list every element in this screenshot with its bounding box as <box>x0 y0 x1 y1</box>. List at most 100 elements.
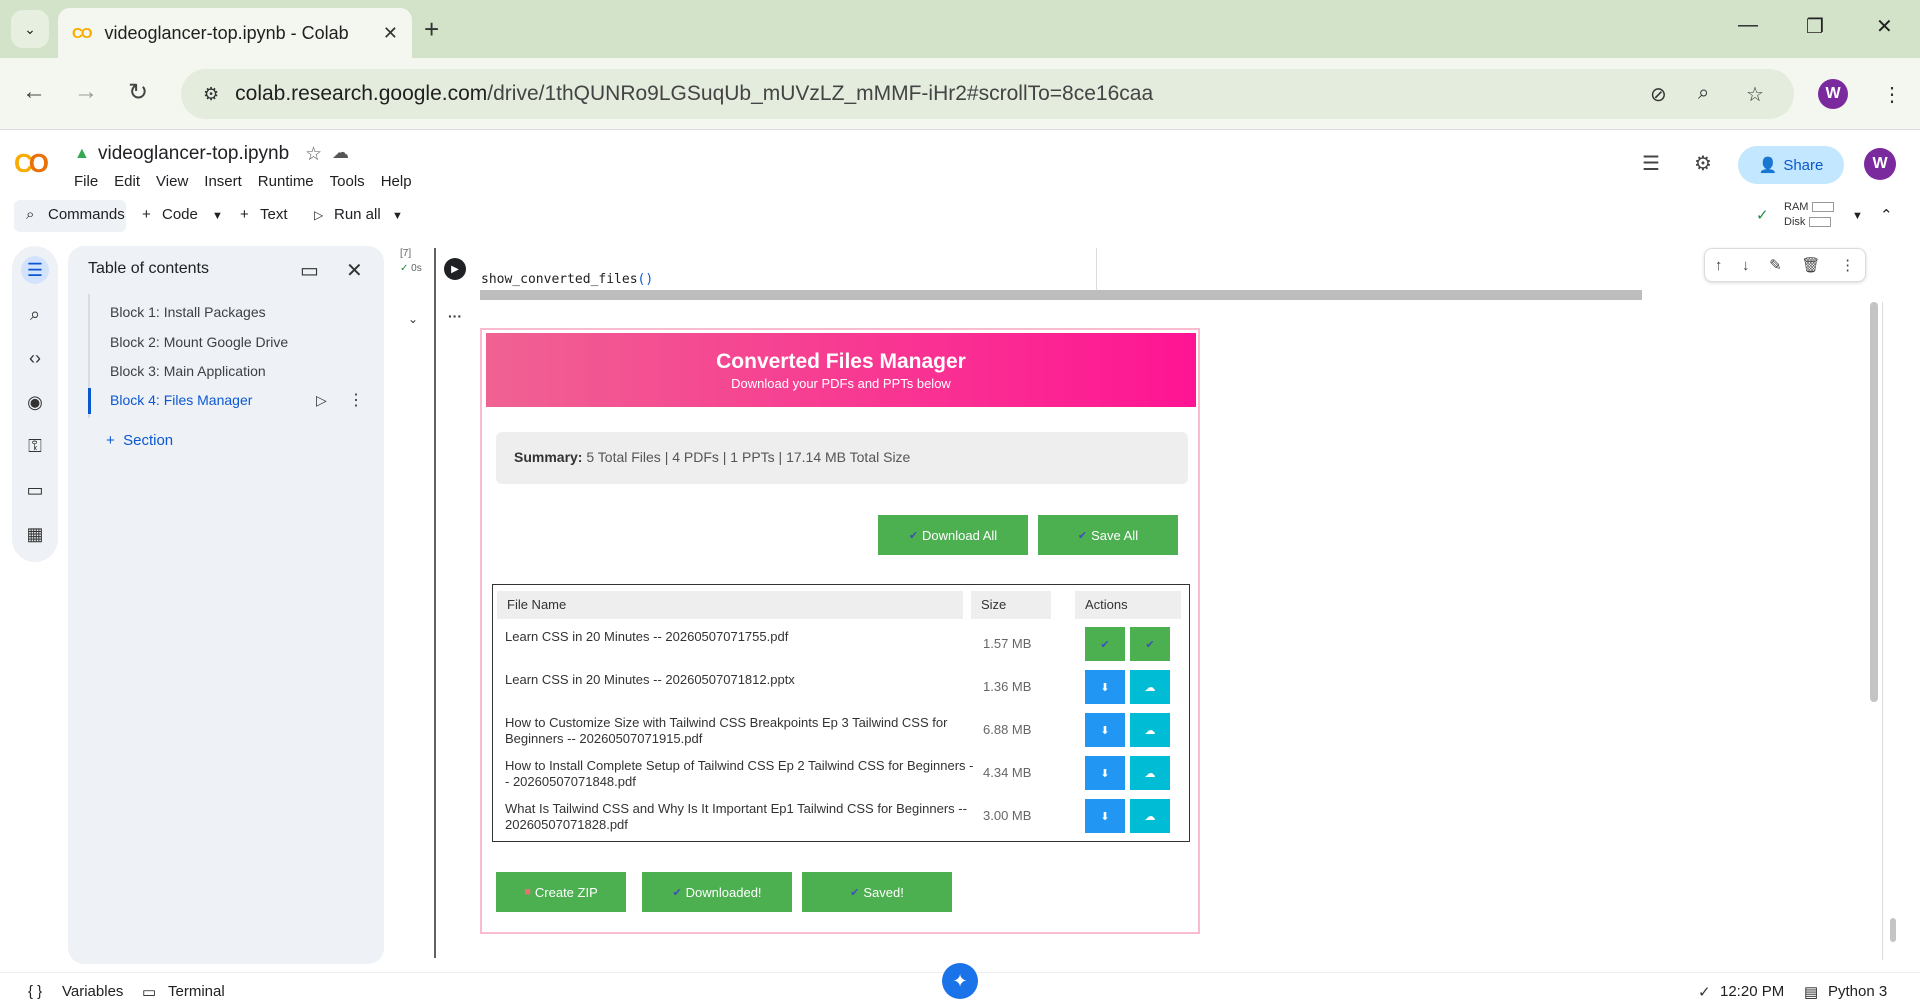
zoom-icon[interactable]: ⌕ <box>1698 82 1709 105</box>
toc-item-block-2[interactable]: Block 2: Mount Google Drive <box>110 334 288 350</box>
code-dropdown-icon[interactable]: ▼ <box>212 210 223 222</box>
run-cell-button[interactable]: ▶ <box>444 258 466 280</box>
row-saved-button[interactable]: ✔ <box>1130 627 1170 661</box>
forward-icon[interactable]: → <box>74 78 98 106</box>
toc-item-block-1[interactable]: Block 1: Install Packages <box>110 304 266 320</box>
save-all-button[interactable]: ✔ Save All <box>1038 515 1178 555</box>
saved-button[interactable]: ✔ Saved! <box>802 872 952 912</box>
output-vertical-scrollbar[interactable] <box>1870 302 1878 702</box>
download-all-button[interactable]: ✔ Download All <box>878 515 1028 555</box>
run-all-icon[interactable]: ▷ <box>314 208 323 222</box>
colab-profile-avatar[interactable]: W <box>1864 148 1896 180</box>
variables-button[interactable]: Variables <box>62 983 123 1000</box>
toc-item-block-3[interactable]: Block 3: Main Application <box>110 363 266 379</box>
terminal-button[interactable]: Terminal <box>168 983 225 1000</box>
row-download-button[interactable]: ⬇ <box>1085 670 1125 704</box>
toc-icon[interactable]: ☰ <box>21 256 49 284</box>
minimize-icon[interactable]: — <box>1738 14 1758 37</box>
cell-more-icon[interactable]: ⋮ <box>1840 256 1855 274</box>
tab-title: videoglancer-top.ipynb - Colab <box>104 22 349 43</box>
back-icon[interactable]: ← <box>22 78 46 106</box>
menu-file[interactable]: File <box>74 173 98 190</box>
delete-icon[interactable]: 🗑 <box>1801 256 1820 274</box>
folder-icon[interactable]: ▭ <box>21 476 49 504</box>
eye-icon[interactable]: ◉ <box>21 388 49 416</box>
menu-view[interactable]: View <box>156 173 188 190</box>
run-all-dropdown-icon[interactable]: ▼ <box>392 210 403 222</box>
exec-count: [7] <box>400 248 412 259</box>
output-menu-icon[interactable]: ··· <box>448 308 462 324</box>
resources-dropdown-icon[interactable]: ▼ <box>1852 210 1863 222</box>
comments-icon[interactable]: ☰ <box>1642 151 1660 176</box>
table-icon[interactable]: ▦ <box>21 520 49 548</box>
move-up-icon[interactable]: ↑ <box>1715 257 1723 274</box>
close-window-icon[interactable]: ✕ <box>1876 14 1893 39</box>
menu-insert[interactable]: Insert <box>204 173 242 190</box>
menu-help[interactable]: Help <box>381 173 412 190</box>
row-save-to-drive-button[interactable]: ☁ <box>1130 756 1170 790</box>
collapse-icon[interactable]: ⌃ <box>1880 206 1893 224</box>
cell-gutter: [7] ✓ 0s <box>400 248 422 274</box>
bookmark-star-icon[interactable]: ☆ <box>1746 82 1764 107</box>
code-horizontal-scrollbar[interactable] <box>480 290 1642 300</box>
add-section-button[interactable]: + Section <box>106 432 173 449</box>
runtime-label[interactable]: Python 3 <box>1828 983 1887 1000</box>
camera-off-icon[interactable]: ⊘ <box>1650 82 1667 107</box>
share-button[interactable]: 👤 Share <box>1738 146 1844 184</box>
create-zip-button[interactable]: ■ Create ZIP <box>496 872 626 912</box>
row-save-to-drive-button[interactable]: ☁ <box>1130 799 1170 833</box>
table-row-size: 4.34 MB <box>983 765 1032 780</box>
notebook-title[interactable]: videoglancer-top.ipynb <box>98 143 289 165</box>
run-all-button[interactable]: Run all <box>334 206 381 223</box>
open-in-tab-icon[interactable]: ▭ <box>300 258 319 283</box>
url-field[interactable]: ⚙ colab.research.google.com/drive/1thQUN… <box>181 69 1794 119</box>
downloaded-button[interactable]: ✔ Downloaded! <box>642 872 792 912</box>
site-info-icon[interactable]: ⚙ <box>203 84 219 105</box>
page-scrollbar[interactable] <box>1890 918 1896 942</box>
close-tab-icon[interactable]: ✕ <box>383 23 398 44</box>
more-options-icon[interactable]: ⋮ <box>348 390 364 410</box>
resource-indicator[interactable]: RAM Disk <box>1784 200 1835 230</box>
row-downloaded-button[interactable]: ✔ <box>1085 627 1125 661</box>
browser-menu-icon[interactable]: ⋮ <box>1882 82 1902 107</box>
row-download-button[interactable]: ⬇ <box>1085 799 1125 833</box>
star-icon[interactable]: ☆ <box>305 143 322 166</box>
settings-gear-icon[interactable]: ⚙ <box>1694 151 1712 176</box>
menu-runtime[interactable]: Runtime <box>258 173 314 190</box>
cloud-icon[interactable]: ☁ <box>332 143 349 163</box>
url-text: colab.research.google.com/drive/1thQUNRo… <box>235 82 1153 106</box>
run-section-icon[interactable]: ▷ <box>316 392 327 409</box>
code-snippets-icon[interactable]: ‹› <box>21 344 49 372</box>
restore-icon[interactable]: ❐ <box>1806 14 1824 39</box>
colab-logo[interactable]: CO <box>14 148 49 179</box>
row-save-to-drive-button[interactable]: ☁ <box>1130 713 1170 747</box>
menu-edit[interactable]: Edit <box>114 173 140 190</box>
gemini-button[interactable]: ✦ <box>942 963 978 999</box>
browser-profile-avatar[interactable]: W <box>1818 79 1848 109</box>
ram-bar <box>1812 202 1835 213</box>
browser-tab[interactable]: CO videoglancer-top.ipynb - Colab ✕ <box>58 8 412 58</box>
row-save-to-drive-button[interactable]: ☁ <box>1130 670 1170 704</box>
menu-tools[interactable]: Tools <box>330 173 365 190</box>
toc-item-block-4[interactable]: Block 4: Files Manager <box>110 392 252 408</box>
output-collapse-icon[interactable]: ⌄ <box>408 312 418 326</box>
row-download-button[interactable]: ⬇ <box>1085 713 1125 747</box>
disk-label: Disk <box>1784 216 1806 228</box>
close-icon[interactable]: ✕ <box>346 258 363 283</box>
column-header-size: Size <box>971 591 1051 619</box>
add-code-button[interactable]: Code <box>162 206 198 223</box>
edit-icon[interactable]: ✎ <box>1769 256 1782 274</box>
tab-search-button[interactable]: ⌄ <box>11 10 49 48</box>
code-line[interactable]: show_converted_files() <box>481 272 653 287</box>
find-icon[interactable]: ⌕ <box>21 300 49 328</box>
download-arrow-icon: ⬇ <box>1100 724 1110 737</box>
add-code-icon[interactable]: + <box>142 206 151 223</box>
new-tab-icon[interactable]: + <box>424 14 439 45</box>
row-download-button[interactable]: ⬇ <box>1085 756 1125 790</box>
key-icon[interactable]: ⚿ <box>21 432 49 460</box>
add-text-icon[interactable]: + <box>240 206 249 223</box>
reload-icon[interactable]: ↻ <box>128 78 148 107</box>
add-text-button[interactable]: Text <box>260 206 288 223</box>
move-down-icon[interactable]: ↓ <box>1742 257 1750 274</box>
exec-time: ✓ 0s <box>400 263 422 274</box>
